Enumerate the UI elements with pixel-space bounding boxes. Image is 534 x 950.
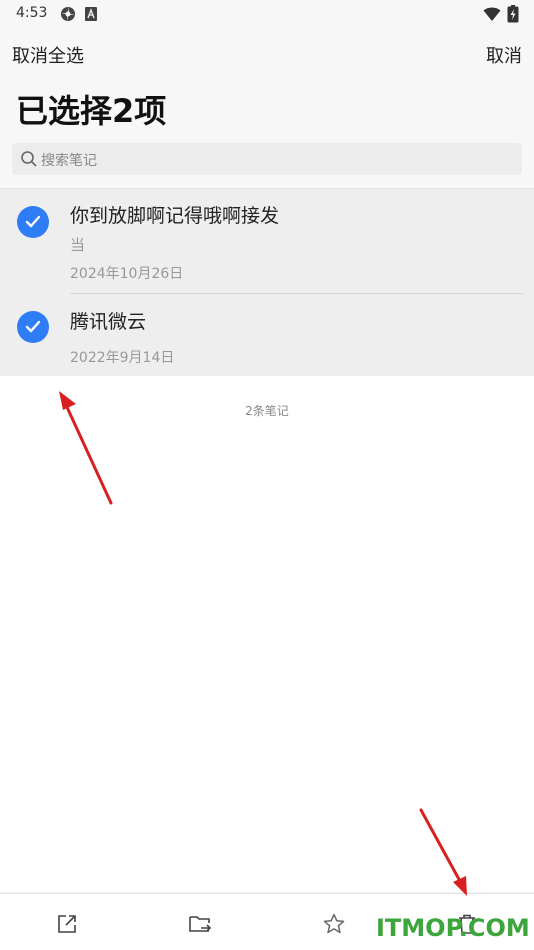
status-time: 4:53 [16, 5, 48, 21]
share-button[interactable] [55, 912, 79, 936]
selection-header: 取消全选 取消 已选择2项 搜索笔记 [0, 28, 534, 188]
watermark-logo: ITMOP.COM [376, 914, 530, 942]
note-title: 腾讯微云 [70, 311, 147, 333]
check-icon [25, 215, 41, 228]
note-count: 2条笔记 [245, 404, 289, 418]
note-title: 你到放脚啊记得哦啊接发 [70, 205, 280, 227]
settings-flower-icon [61, 7, 75, 21]
check-icon [25, 320, 41, 333]
wifi-icon [483, 7, 501, 21]
note-date: 2022年9月14日 [70, 350, 175, 366]
search-placeholder: 搜索笔记 [41, 153, 97, 169]
share-icon [58, 915, 76, 933]
status-bar: 4:53 [0, 0, 534, 28]
page-title: 已选择2项 [16, 92, 167, 130]
deselect-all-button[interactable]: 取消全选 [12, 42, 84, 68]
notes-list: 你到放脚啊记得哦啊接发 当 2024年10月26日 腾讯微云 2022年9月14… [0, 188, 534, 377]
note-date: 2024年10月26日 [70, 266, 184, 282]
cancel-button[interactable]: 取消 [486, 42, 522, 68]
battery-charging-icon [507, 5, 519, 23]
list-item[interactable]: 腾讯微云 2022年9月14日 [0, 293, 534, 377]
move-folder-icon [189, 916, 212, 932]
star-button[interactable] [322, 912, 346, 936]
empty-area [0, 376, 534, 892]
star-icon [323, 913, 345, 934]
note-preview: 当 [70, 236, 86, 254]
checkbox-checked[interactable] [17, 311, 49, 343]
search-input[interactable]: 搜索笔记 [12, 143, 522, 175]
font-a-icon [85, 7, 97, 21]
search-icon [21, 151, 37, 167]
move-folder-button[interactable] [188, 912, 212, 936]
checkbox-checked[interactable] [17, 206, 49, 238]
list-item[interactable]: 你到放脚啊记得哦啊接发 当 2024年10月26日 [0, 189, 534, 293]
